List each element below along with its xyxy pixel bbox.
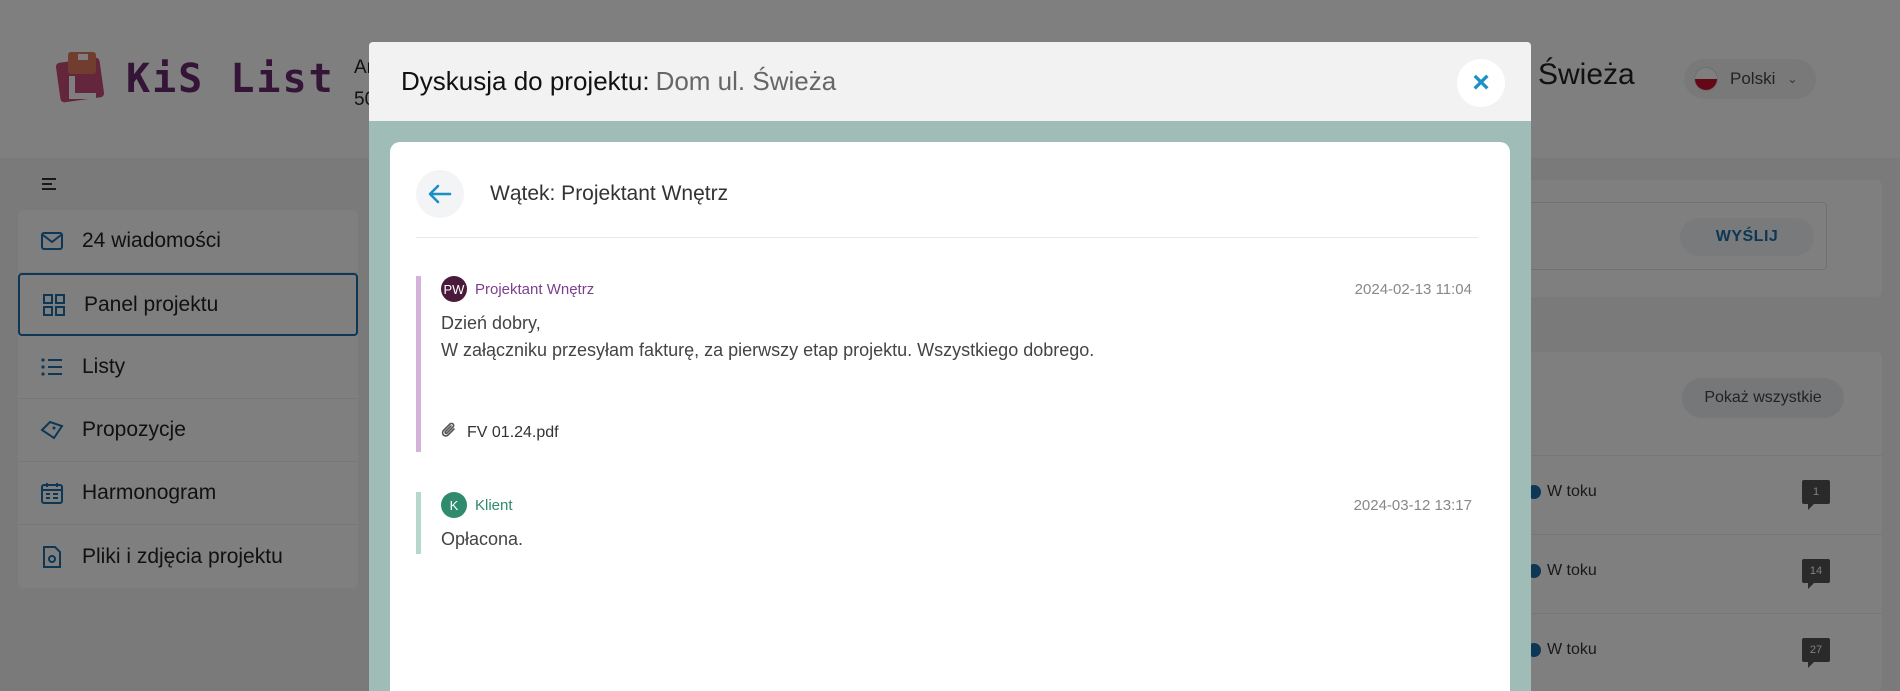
thread-title: Wątek: Projektant Wnętrz	[490, 182, 729, 205]
back-button[interactable]	[416, 170, 464, 218]
message-author: Klient	[475, 496, 513, 514]
message-header: PW Projektant Wnętrz 2024-02-13 11:04	[441, 276, 1472, 302]
message: K Klient 2024-03-12 13:17 Opłacona.	[416, 492, 1472, 554]
paperclip-icon	[441, 421, 457, 444]
attachment-name: FV 01.24.pdf	[467, 423, 559, 441]
close-icon: ×	[1472, 66, 1490, 99]
arrow-left-icon	[428, 184, 452, 204]
modal-subtitle: Dom ul. Świeża	[655, 66, 837, 96]
thread-header: Wątek: Projektant Wnętrz	[416, 170, 1478, 238]
thread-panel: Wątek: Projektant Wnętrz PW Projektant W…	[390, 142, 1510, 691]
message-line: Dzień dobry,	[441, 313, 541, 333]
message-body: Dzień dobry, W załączniku przesyłam fakt…	[441, 310, 1472, 364]
message-header: K Klient 2024-03-12 13:17	[441, 492, 1472, 518]
attachment-link[interactable]: FV 01.24.pdf	[441, 421, 559, 444]
message-line: W załączniku przesyłam fakturę, za pierw…	[441, 340, 1095, 360]
avatar: PW	[441, 276, 467, 302]
modal-header: Dyskusja do projektu: Dom ul. Świeża ×	[369, 42, 1531, 121]
message: PW Projektant Wnętrz 2024-02-13 11:04 Dz…	[416, 276, 1472, 452]
message-date: 2024-03-12 13:17	[1353, 496, 1472, 514]
message-line: Opłacona.	[441, 529, 524, 549]
modal-title: Dyskusja do projektu:	[401, 66, 650, 96]
avatar: K	[441, 492, 467, 518]
discussion-modal: Dyskusja do projektu: Dom ul. Świeża × W…	[369, 42, 1531, 691]
close-button[interactable]: ×	[1457, 59, 1505, 107]
message-body: Opłacona.	[441, 526, 1472, 553]
message-author: Projektant Wnętrz	[475, 280, 595, 298]
message-date: 2024-02-13 11:04	[1354, 280, 1472, 298]
